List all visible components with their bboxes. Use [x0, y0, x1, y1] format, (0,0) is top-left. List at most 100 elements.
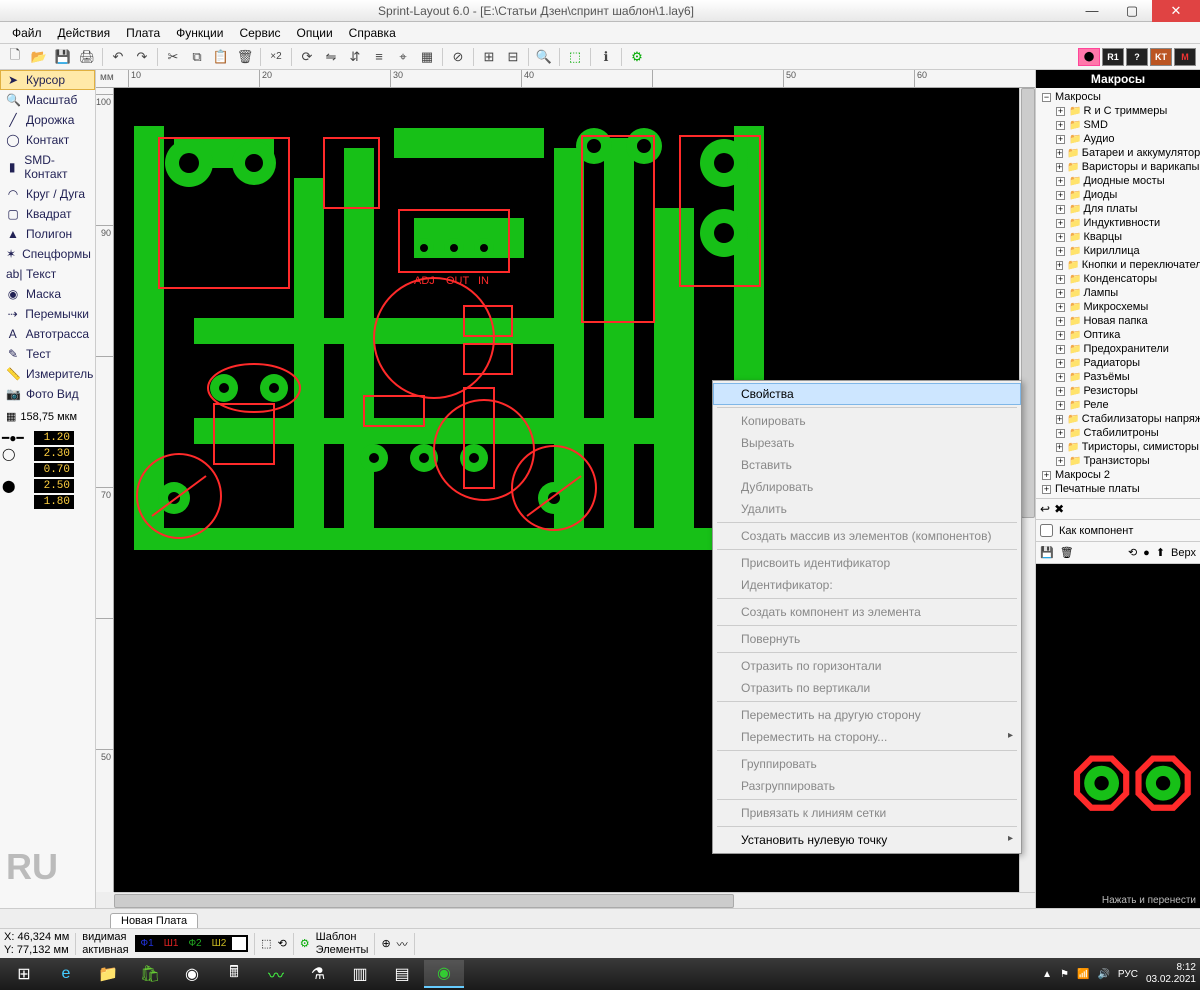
- sb-icon-4[interactable]: ⊕: [381, 937, 390, 950]
- dot1-icon[interactable]: ●: [1143, 547, 1150, 559]
- tree-item[interactable]: +📁SMD: [1038, 118, 1198, 132]
- tree-item[interactable]: +📁Кириллица: [1038, 244, 1198, 258]
- tool-smd-контакт[interactable]: ▮SMD-Контакт: [0, 150, 95, 184]
- zoom-icon[interactable]: 🔍: [533, 46, 555, 68]
- remove-conn-icon[interactable]: ⊘: [447, 46, 469, 68]
- delete-macro-icon[interactable]: 🗑: [1060, 546, 1074, 559]
- tool-тест[interactable]: ✎Тест: [0, 344, 95, 364]
- tree-item[interactable]: +📁Батареи и аккумуляторы: [1038, 146, 1198, 160]
- tree-item[interactable]: +📁Тиристоры, симисторы: [1038, 440, 1198, 454]
- tool-курсор[interactable]: ➤Курсор: [0, 70, 95, 90]
- tree-item[interactable]: +📁Предохранители: [1038, 342, 1198, 356]
- tool-полигон[interactable]: ▲Полигон: [0, 224, 95, 244]
- menu-options[interactable]: Опции: [289, 24, 341, 42]
- tray-action-icon[interactable]: ⚑: [1060, 969, 1069, 980]
- ctx-item[interactable]: Свойства: [713, 383, 1021, 405]
- tool-текст[interactable]: ab|Текст: [0, 264, 95, 284]
- tool-квадрат[interactable]: ▢Квадрат: [0, 204, 95, 224]
- tree-item[interactable]: +📁Радиаторы: [1038, 356, 1198, 370]
- tree-item[interactable]: +📁Конденсаторы: [1038, 272, 1198, 286]
- layer-chip[interactable]: Ш2: [208, 937, 231, 950]
- menu-actions[interactable]: Действия: [50, 24, 119, 42]
- tool-перемычки[interactable]: ⇢Перемычки: [0, 304, 95, 324]
- delete-icon[interactable]: 🗑: [234, 46, 256, 68]
- app1-icon[interactable]: ⚗: [298, 960, 338, 988]
- rotate-icon[interactable]: ⟳: [296, 46, 318, 68]
- folder-del-icon[interactable]: ✖: [1054, 502, 1064, 516]
- tree-item[interactable]: +📁Кнопки и переключатели: [1038, 258, 1198, 272]
- menu-service[interactable]: Сервис: [231, 24, 288, 42]
- menu-functions[interactable]: Функции: [168, 24, 231, 42]
- macro-preview[interactable]: Нажать и перенести: [1036, 564, 1200, 908]
- mirror-h-icon[interactable]: ⇋: [320, 46, 342, 68]
- app3-icon[interactable]: ▤: [382, 960, 422, 988]
- menu-board[interactable]: Плата: [118, 24, 168, 42]
- align-icon[interactable]: ≡: [368, 46, 390, 68]
- tree-item[interactable]: +📁Резисторы: [1038, 384, 1198, 398]
- as-component-checkbox[interactable]: [1040, 524, 1053, 537]
- board-tab[interactable]: Новая Плата: [110, 913, 198, 928]
- tree-item[interactable]: +📁Транзисторы: [1038, 454, 1198, 468]
- dup-icon[interactable]: ×2: [265, 46, 287, 68]
- tree-item[interactable]: +📁Микросхемы: [1038, 300, 1198, 314]
- tool-дорожка[interactable]: ╱Дорожка: [0, 110, 95, 130]
- param-3a[interactable]: 2.50: [34, 479, 74, 493]
- upload-icon[interactable]: ⬆: [1156, 546, 1165, 559]
- right-badge-3[interactable]: ?: [1126, 48, 1148, 66]
- info-icon[interactable]: ℹ: [595, 46, 617, 68]
- tree-item[interactable]: +📁Оптика: [1038, 328, 1198, 342]
- save-macro-icon[interactable]: 💾: [1040, 546, 1054, 559]
- print-icon[interactable]: 🖨: [76, 46, 98, 68]
- tree-item[interactable]: +📁Разъёмы: [1038, 370, 1198, 384]
- tree-item[interactable]: +📁Аудио: [1038, 132, 1198, 146]
- ungroup-icon[interactable]: ⊟: [502, 46, 524, 68]
- tool-маска[interactable]: ◉Маска: [0, 284, 95, 304]
- sprint-layout-icon[interactable]: ◉: [424, 960, 464, 988]
- app2-icon[interactable]: ▥: [340, 960, 380, 988]
- tree-item[interactable]: +📁Новая папка: [1038, 314, 1198, 328]
- right-badge-5[interactable]: M: [1174, 48, 1196, 66]
- layer-chip[interactable]: К: [232, 937, 246, 950]
- tool-спецформы[interactable]: ✶Спецформы: [0, 244, 95, 264]
- right-badge-4[interactable]: KT: [1150, 48, 1172, 66]
- tool-масштаб[interactable]: 🔍Масштаб: [0, 90, 95, 110]
- right-badge-1[interactable]: ⬤: [1078, 48, 1100, 66]
- tool-измеритель[interactable]: 📏Измеритель: [0, 364, 95, 384]
- layer-chip[interactable]: Ф1: [137, 937, 158, 950]
- right-badge-2[interactable]: R1: [1102, 48, 1124, 66]
- param-3b[interactable]: 1.80: [34, 495, 74, 509]
- save-icon[interactable]: 💾: [52, 46, 74, 68]
- tree-item[interactable]: +📁Варисторы и варикапы: [1038, 160, 1198, 174]
- tray-clock[interactable]: 8:1203.02.2021: [1146, 962, 1196, 986]
- start-button[interactable]: ⊞: [4, 960, 44, 988]
- paste-icon[interactable]: 📋: [210, 46, 232, 68]
- menu-help[interactable]: Справка: [341, 24, 404, 42]
- tray-lang[interactable]: РУС: [1118, 969, 1138, 980]
- tool-круг-дуга[interactable]: ◠Круг / Дуга: [0, 184, 95, 204]
- param-2b[interactable]: 0.70: [34, 463, 74, 477]
- tree-item[interactable]: +📁Лампы: [1038, 286, 1198, 300]
- undo-icon[interactable]: ↶: [107, 46, 129, 68]
- sb-icon-2[interactable]: ⟲: [278, 937, 287, 950]
- tree-item[interactable]: +📁Индуктивности: [1038, 216, 1198, 230]
- ie-icon[interactable]: e: [46, 960, 86, 988]
- toggle1-icon[interactable]: ⬚: [564, 46, 586, 68]
- menu-file[interactable]: Файл: [4, 24, 50, 42]
- tray-vol-icon[interactable]: 🔊: [1097, 969, 1109, 980]
- tree-item[interactable]: +📁Реле: [1038, 398, 1198, 412]
- macros-tree[interactable]: −Макросы +📁R и C триммеры+📁SMD+📁Аудио+📁Б…: [1036, 88, 1200, 498]
- grid-icon[interactable]: ▦: [416, 46, 438, 68]
- scope-icon[interactable]: 〰: [256, 960, 296, 988]
- tree-extra-2[interactable]: +Печатные платы: [1038, 482, 1198, 496]
- horizontal-scrollbar[interactable]: [114, 892, 1035, 908]
- ctx-item[interactable]: Установить нулевую точку: [713, 829, 1021, 851]
- sb-icon-3[interactable]: ⚙: [300, 937, 310, 950]
- group-icon[interactable]: ⊞: [478, 46, 500, 68]
- calc-icon[interactable]: 🖩: [214, 960, 254, 988]
- store-icon[interactable]: 🛍: [130, 960, 170, 988]
- tool-автотрасса[interactable]: AАвтотрасса: [0, 324, 95, 344]
- tree-item[interactable]: +📁Стабилизаторы напряжени: [1038, 412, 1198, 426]
- gear-icon[interactable]: ⚙: [626, 46, 648, 68]
- tray-net-icon[interactable]: 📶: [1077, 969, 1089, 980]
- tree-item[interactable]: +📁Диодные мосты: [1038, 174, 1198, 188]
